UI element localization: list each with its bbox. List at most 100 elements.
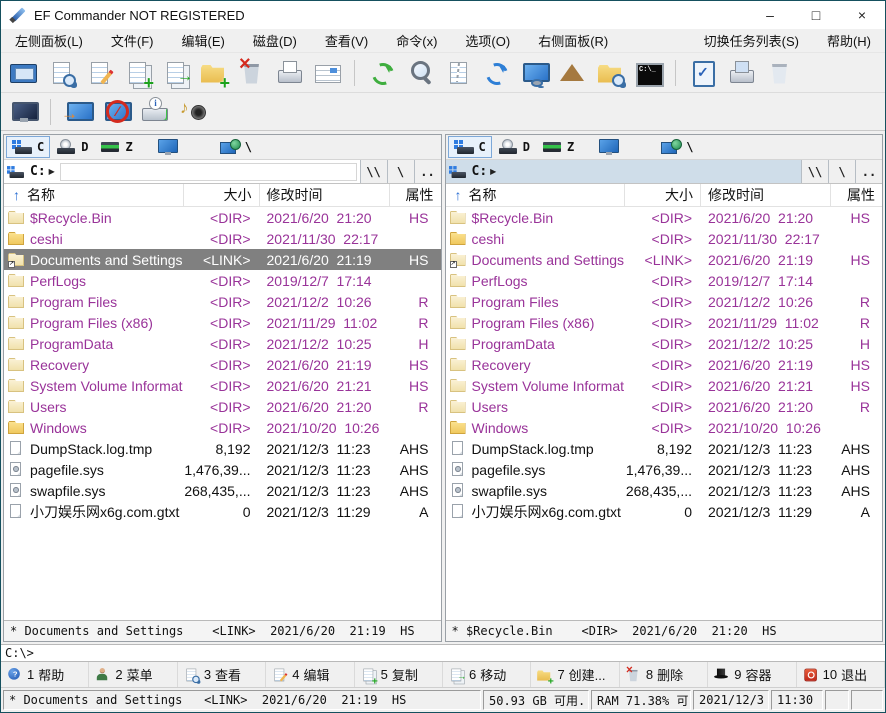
fkey-9-container[interactable]: 9 容器 <box>708 662 796 687</box>
file-row[interactable]: Program Files (x86) <DIR> 2021/11/29 11:… <box>4 312 441 333</box>
column-header-time[interactable]: 修改时间 <box>700 184 830 206</box>
column-header-name[interactable]: ↑ 名称 <box>446 184 625 206</box>
desktop-button[interactable] <box>592 136 629 158</box>
refresh-icon[interactable] <box>363 56 401 90</box>
file-row[interactable]: 小刀娱乐网x6g.com.gtxt 0 2021/12/3 11:29 A <box>446 501 883 522</box>
file-row[interactable]: Recovery <DIR> 2021/6/20 21:19 HS <box>446 354 883 375</box>
fkey-8-delete[interactable]: 8 删除 <box>620 662 708 687</box>
file-row[interactable]: ceshi <DIR> 2021/11/30 22:17 <box>4 228 441 249</box>
file-row[interactable]: pagefile.sys 1,476,39... 2021/12/3 11:23… <box>446 459 883 480</box>
file-row[interactable]: PerfLogs <DIR> 2019/12/7 17:14 <box>4 270 441 291</box>
drive-c-button[interactable]: C <box>6 136 50 158</box>
file-row[interactable]: pagefile.sys 1,476,39... 2021/12/3 11:23… <box>4 459 441 480</box>
sync-icon[interactable] <box>477 56 515 90</box>
view-file-icon[interactable] <box>42 56 80 90</box>
fkey-6-move[interactable]: 6 移动 <box>443 662 531 687</box>
drive-d-button[interactable]: D <box>50 136 94 158</box>
path-nav-button[interactable]: \\ <box>801 160 828 183</box>
drive-z-button[interactable]: Z <box>94 136 138 158</box>
recycle-bin-icon[interactable] <box>760 56 798 90</box>
compare-files-icon[interactable] <box>439 56 477 90</box>
column-header-attr[interactable]: 属性 <box>830 184 882 206</box>
desktop-button[interactable] <box>151 136 188 158</box>
file-row[interactable]: Users <DIR> 2021/6/20 21:20 R <box>446 396 883 417</box>
file-row[interactable]: $Recycle.Bin <DIR> 2021/6/20 21:20 HS <box>4 207 441 228</box>
file-row[interactable]: Program Files <DIR> 2021/12/2 10:26 R <box>446 291 883 312</box>
new-folder-icon[interactable] <box>194 56 232 90</box>
column-header-size[interactable]: 大小 <box>624 184 700 206</box>
disconnect-network-drive-icon[interactable] <box>97 95 135 129</box>
column-header-size[interactable]: 大小 <box>183 184 259 206</box>
drive-info-icon[interactable] <box>135 95 173 129</box>
menu-item[interactable]: 磁盘(D) <box>239 29 311 52</box>
menu-item[interactable]: 切换任务列表(S) <box>690 29 813 52</box>
delete-icon[interactable] <box>232 56 270 90</box>
menu-item[interactable]: 帮助(H) <box>813 29 885 52</box>
path-nav-button[interactable]: \ <box>387 160 414 183</box>
file-row[interactable]: DumpStack.log.tmp 8,192 2021/12/3 11:23 … <box>4 438 441 459</box>
path-arrow-icon[interactable]: ▶ <box>49 167 55 176</box>
maximize-button[interactable]: □ <box>793 1 839 29</box>
drive-z-button[interactable]: Z <box>536 136 580 158</box>
menu-item[interactable]: 左侧面板(L) <box>1 29 97 52</box>
file-row[interactable]: swapfile.sys 268,435,... 2021/12/3 11:23… <box>4 480 441 501</box>
search-folder-icon[interactable] <box>591 56 629 90</box>
file-row[interactable]: ProgramData <DIR> 2021/12/2 10:25 H <box>446 333 883 354</box>
path-input[interactable] <box>60 163 357 181</box>
file-row[interactable]: System Volume Informati... <DIR> 2021/6/… <box>446 375 883 396</box>
path-input[interactable] <box>501 163 798 181</box>
column-header-time[interactable]: 修改时间 <box>259 184 389 206</box>
file-row[interactable]: DumpStack.log.tmp 8,192 2021/12/3 11:23 … <box>446 438 883 459</box>
menu-item[interactable]: 编辑(E) <box>168 29 239 52</box>
menu-item[interactable]: 文件(F) <box>97 29 168 52</box>
menu-item[interactable]: 选项(O) <box>451 29 524 52</box>
fkey-1-help[interactable]: 1 帮助 <box>1 662 89 687</box>
network-root-button[interactable]: \ <box>655 136 699 158</box>
move-icon[interactable] <box>156 56 194 90</box>
archive-pyramid-icon[interactable] <box>553 56 591 90</box>
path-nav-button[interactable]: .. <box>414 160 441 183</box>
file-row[interactable]: Program Files (x86) <DIR> 2021/11/29 11:… <box>446 312 883 333</box>
terminal-icon[interactable] <box>629 56 667 90</box>
drive-c-button[interactable]: C <box>448 136 492 158</box>
close-button[interactable]: × <box>839 1 885 29</box>
file-row[interactable]: Documents and Settings <LINK> 2021/6/20 … <box>4 249 441 270</box>
path-nav-button[interactable]: \\ <box>360 160 387 183</box>
path-nav-button[interactable]: .. <box>855 160 882 183</box>
network-root-button[interactable]: \ <box>214 136 258 158</box>
fkey-10-exit[interactable]: 10 退出 <box>797 662 885 687</box>
menu-item[interactable]: 右侧面板(R) <box>524 29 622 52</box>
column-header-attr[interactable]: 属性 <box>389 184 441 206</box>
search-icon[interactable] <box>401 56 439 90</box>
column-header-name[interactable]: ↑ 名称 <box>4 184 183 206</box>
file-row[interactable]: $Recycle.Bin <DIR> 2021/6/20 21:20 HS <box>446 207 883 228</box>
minimize-button[interactable]: – <box>747 1 793 29</box>
file-row[interactable]: System Volume Informati... <DIR> 2021/6/… <box>4 375 441 396</box>
fkey-4-edit[interactable]: 4 编辑 <box>266 662 354 687</box>
email-icon[interactable] <box>308 56 346 90</box>
path-arrow-icon[interactable]: ▶ <box>490 167 496 176</box>
file-row[interactable]: Program Files <DIR> 2021/12/2 10:26 R <box>4 291 441 312</box>
checklist-edit-icon[interactable] <box>684 56 722 90</box>
search-computer-icon[interactable] <box>515 56 553 90</box>
file-row[interactable]: Users <DIR> 2021/6/20 21:20 R <box>4 396 441 417</box>
edit-file-icon[interactable] <box>80 56 118 90</box>
file-row[interactable]: swapfile.sys 268,435,... 2021/12/3 11:23… <box>446 480 883 501</box>
file-row[interactable]: PerfLogs <DIR> 2019/12/7 17:14 <box>446 270 883 291</box>
panel-manager-icon[interactable] <box>4 56 42 90</box>
command-line-input[interactable]: C:\> <box>1 644 885 662</box>
fkey-7-create[interactable]: 7 创建... <box>531 662 619 687</box>
computer-icon[interactable] <box>4 95 42 129</box>
menu-item[interactable]: 命令(x) <box>382 29 451 52</box>
fkey-3-view[interactable]: 3 查看 <box>178 662 266 687</box>
file-row[interactable]: Windows <DIR> 2021/10/20 10:26 <box>4 417 441 438</box>
copy-icon[interactable] <box>118 56 156 90</box>
menu-item[interactable]: 查看(V) <box>311 29 382 52</box>
path-nav-button[interactable]: \ <box>828 160 855 183</box>
file-row[interactable]: ProgramData <DIR> 2021/12/2 10:25 H <box>4 333 441 354</box>
file-row[interactable]: Windows <DIR> 2021/10/20 10:26 <box>446 417 883 438</box>
map-network-drive-icon[interactable] <box>59 95 97 129</box>
print-icon[interactable] <box>270 56 308 90</box>
file-row[interactable]: ceshi <DIR> 2021/11/30 22:17 <box>446 228 883 249</box>
fkey-5-copy[interactable]: 5 复制 <box>355 662 443 687</box>
